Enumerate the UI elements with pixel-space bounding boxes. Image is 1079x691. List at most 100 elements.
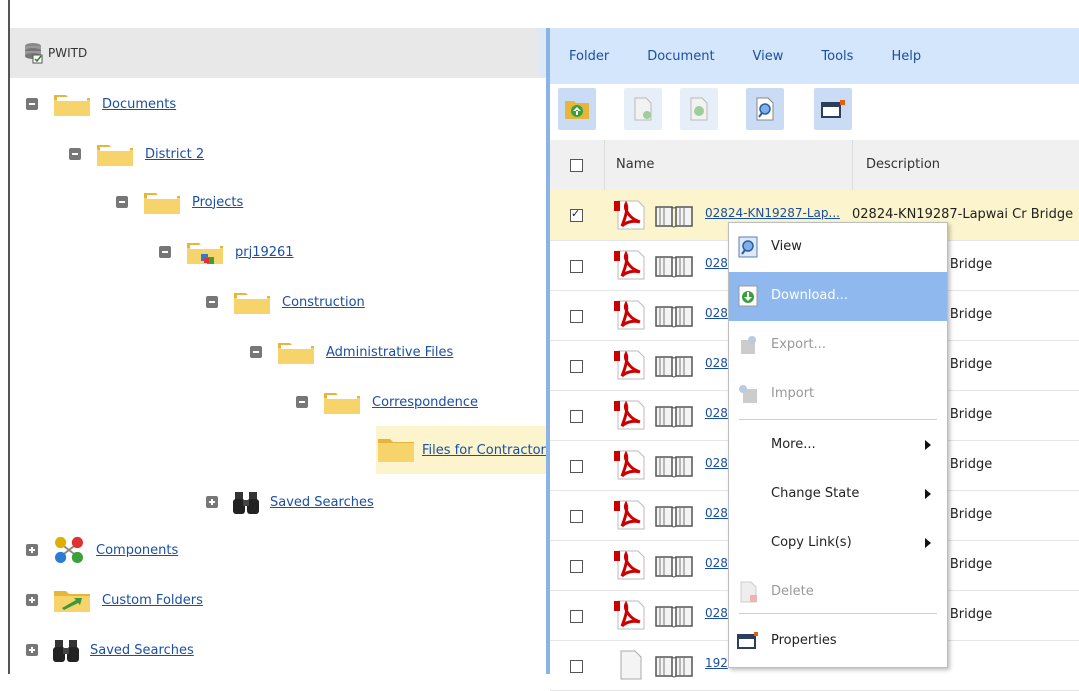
tree-node-correspondence[interactable]: Correspondence	[296, 378, 478, 426]
document-name-link[interactable]: 028	[705, 356, 728, 370]
up-folder-button[interactable]	[558, 88, 596, 130]
menu-separator	[739, 419, 937, 420]
expand-icon[interactable]	[26, 644, 38, 656]
column-header-name[interactable]: Name	[616, 157, 654, 172]
row-checkbox[interactable]	[570, 660, 583, 673]
menu-item-label: Properties	[771, 633, 837, 648]
menu-item-export[interactable]: Export...	[729, 321, 947, 370]
menu-tools[interactable]: Tools	[821, 49, 853, 64]
pdf-icon	[614, 598, 648, 632]
book-icon	[654, 504, 694, 528]
tree-node-district-2[interactable]: District 2	[69, 130, 204, 178]
tree-node-label[interactable]: Saved Searches	[270, 495, 374, 510]
row-checkbox[interactable]	[570, 207, 583, 222]
row-checkbox[interactable]	[570, 610, 583, 623]
tree-node-saved-searches-project[interactable]: Saved Searches	[206, 478, 374, 526]
collapse-icon[interactable]	[296, 396, 308, 408]
menu-item-label: Change State	[771, 486, 860, 501]
tree-node-label[interactable]: Documents	[102, 97, 176, 112]
column-header-description[interactable]: Description	[866, 157, 940, 172]
book-icon	[654, 254, 694, 278]
submenu-arrow-icon	[925, 489, 931, 499]
menu-item-label: Copy Link(s)	[771, 535, 852, 550]
collapse-icon[interactable]	[206, 296, 218, 308]
properties-button[interactable]	[814, 88, 852, 130]
tree-node-custom-folders[interactable]: Custom Folders	[26, 576, 203, 624]
menu-item-import[interactable]: Import	[729, 370, 947, 419]
expand-icon[interactable]	[26, 594, 38, 606]
folder-icon	[278, 343, 314, 364]
splitter-handle[interactable]	[538, 28, 546, 78]
book-icon	[654, 304, 694, 328]
menu-item-properties[interactable]: Properties	[729, 617, 947, 666]
document-icon	[614, 648, 648, 682]
document-name-link[interactable]: 028	[705, 606, 728, 620]
document-name-link[interactable]: 192	[705, 656, 728, 670]
document-name-link[interactable]: 028	[705, 556, 728, 570]
tree-node-label[interactable]: Correspondence	[372, 395, 478, 410]
row-checkbox[interactable]	[570, 410, 583, 423]
menu-item-download[interactable]: Download...	[729, 272, 947, 321]
tree-node-documents[interactable]: Documents	[26, 80, 176, 128]
menu-item-copy-link-s[interactable]: Copy Link(s)	[729, 519, 947, 568]
pdf-icon	[614, 498, 648, 532]
menu-item-delete[interactable]: Delete	[729, 568, 947, 617]
new-document-button[interactable]	[624, 88, 662, 130]
row-checkbox[interactable]	[570, 510, 583, 523]
row-checkbox[interactable]	[570, 560, 583, 573]
tree-node-files-for-contractor[interactable]: Files for Contractor	[376, 426, 546, 474]
menu-item-label: Import	[771, 386, 815, 401]
new-document-icon	[634, 97, 652, 121]
upload-button[interactable]	[680, 88, 718, 130]
collapse-icon[interactable]	[26, 98, 38, 110]
expand-icon[interactable]	[206, 496, 218, 508]
menu-help[interactable]: Help	[891, 49, 921, 64]
view-button[interactable]	[746, 88, 784, 130]
tree-node-prj19261[interactable]: prj19261	[159, 228, 294, 276]
tree-node-label[interactable]: Custom Folders	[102, 593, 203, 608]
tree-node-administrative-files[interactable]: Administrative Files	[250, 328, 453, 376]
tree-node-saved-searches[interactable]: Saved Searches	[26, 626, 194, 674]
column-divider	[604, 140, 605, 190]
collapse-icon[interactable]	[116, 196, 128, 208]
menu-document[interactable]: Document	[647, 49, 714, 64]
document-name-link[interactable]: 028	[705, 506, 728, 520]
menu-item-change-state[interactable]: Change State	[729, 470, 947, 519]
document-name-link[interactable]: 02824-KN19287-Lap...	[705, 206, 840, 220]
row-checkbox[interactable]	[570, 310, 583, 323]
project-folder-icon	[187, 243, 223, 264]
row-checkbox[interactable]	[570, 460, 583, 473]
menu-folder[interactable]: Folder	[569, 49, 609, 64]
menu-view[interactable]: View	[753, 49, 784, 64]
custom-folder-icon	[54, 591, 90, 612]
book-icon	[654, 354, 694, 378]
tree-node-label[interactable]: Files for Contractor	[422, 443, 546, 458]
row-checkbox[interactable]	[570, 260, 583, 273]
select-all-checkbox[interactable]	[570, 159, 583, 172]
tree-node-construction[interactable]: Construction	[206, 278, 365, 326]
menu-item-label: View	[771, 239, 802, 254]
document-name-link[interactable]: 028	[705, 306, 728, 320]
row-checkbox[interactable]	[570, 360, 583, 373]
folder-tree-panel: PWITD Documents District 2 Projects prj1…	[10, 28, 546, 674]
tree-node-label[interactable]: Projects	[192, 195, 243, 210]
tree-node-label[interactable]: prj19261	[235, 245, 294, 260]
collapse-icon[interactable]	[250, 346, 262, 358]
collapse-icon[interactable]	[69, 148, 81, 160]
collapse-icon[interactable]	[159, 246, 171, 258]
tree-root[interactable]: PWITD	[10, 28, 546, 78]
menu-item-more[interactable]: More...	[729, 421, 947, 470]
tree-node-components[interactable]: Components	[26, 526, 178, 574]
tree-node-label[interactable]: Construction	[282, 295, 365, 310]
tree-node-label[interactable]: Administrative Files	[326, 345, 453, 360]
menu-item-label: Delete	[771, 584, 814, 599]
tree-node-label[interactable]: Saved Searches	[90, 643, 194, 658]
document-name-link[interactable]: 028	[705, 256, 728, 270]
expand-icon[interactable]	[26, 544, 38, 556]
tree-node-label[interactable]: Components	[96, 543, 178, 558]
tree-node-projects[interactable]: Projects	[116, 178, 243, 226]
document-name-link[interactable]: 028	[705, 456, 728, 470]
tree-node-label[interactable]: District 2	[145, 147, 204, 162]
menu-item-view[interactable]: View	[729, 223, 947, 272]
document-name-link[interactable]: 028	[705, 406, 728, 420]
